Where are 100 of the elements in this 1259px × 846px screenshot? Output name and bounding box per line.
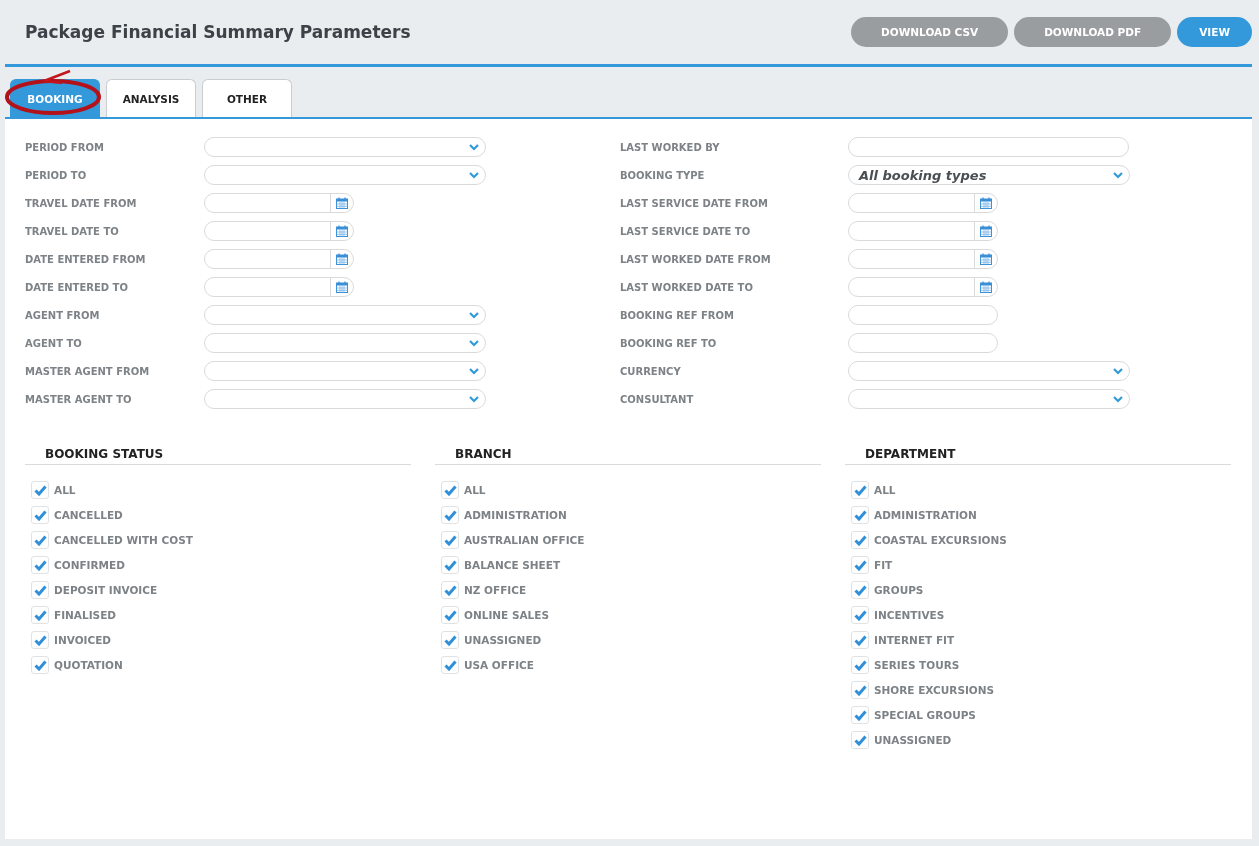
dropdown-field[interactable] [848, 361, 1130, 381]
chevron-down-icon [469, 339, 479, 347]
date-field[interactable] [848, 249, 998, 269]
checkbox-label: UNASSIGNED [464, 634, 542, 646]
dropdown-field[interactable] [204, 333, 486, 353]
field-label: AGENT FROM [25, 309, 101, 321]
field-label: LAST SERVICE DATE FROM [620, 197, 769, 209]
field-label: TRAVEL DATE TO [25, 225, 120, 237]
section-heading: BRANCH [435, 447, 821, 465]
dropdown-field[interactable] [204, 165, 486, 185]
checkbox-label: CANCELLED WITH COST [54, 534, 193, 546]
chevron-down-icon [469, 395, 479, 403]
date-field[interactable] [848, 193, 998, 213]
date-field[interactable] [204, 193, 354, 213]
date-field[interactable] [204, 249, 354, 269]
checkbox-label: GROUPS [874, 584, 924, 596]
checkbox-label: INCENTIVES [874, 609, 945, 621]
field-label: BOOKING REF FROM [620, 309, 735, 321]
checkbox-label: COASTAL EXCURSIONS [874, 534, 1007, 546]
checkbox-label: CANCELLED [54, 509, 123, 521]
calendar-icon[interactable] [336, 281, 348, 293]
date-field[interactable] [848, 277, 998, 297]
checkbox[interactable] [851, 531, 869, 549]
calendar-icon[interactable] [980, 253, 992, 265]
chevron-down-icon [469, 143, 479, 151]
checkbox[interactable] [441, 656, 459, 674]
checkbox[interactable] [851, 681, 869, 699]
calendar-icon[interactable] [980, 225, 992, 237]
dropdown-field[interactable] [848, 389, 1130, 409]
field-label: CONSULTANT [620, 393, 695, 405]
checkbox[interactable] [851, 581, 869, 599]
checkbox-label: SPECIAL GROUPS [874, 709, 976, 721]
dropdown-field[interactable] [204, 389, 486, 409]
checkbox[interactable] [851, 706, 869, 724]
checkbox[interactable] [441, 631, 459, 649]
checkbox[interactable] [31, 531, 49, 549]
checkbox[interactable] [851, 556, 869, 574]
chevron-down-icon [1113, 171, 1123, 179]
chevron-down-icon [469, 311, 479, 319]
date-field[interactable] [204, 277, 354, 297]
tab[interactable]: ANALYSIS [106, 79, 196, 117]
checkbox[interactable] [851, 606, 869, 624]
calendar-icon[interactable] [336, 253, 348, 265]
checkbox[interactable] [851, 731, 869, 749]
field-label: LAST WORKED BY [620, 141, 721, 153]
date-field[interactable] [204, 221, 354, 241]
calendar-icon[interactable] [980, 281, 992, 293]
checkbox[interactable] [31, 581, 49, 599]
dropdown-field[interactable] [204, 361, 486, 381]
calendar-icon[interactable] [336, 225, 348, 237]
checkbox[interactable] [441, 531, 459, 549]
checkbox[interactable] [31, 506, 49, 524]
input-field[interactable] [848, 137, 1129, 157]
checkbox[interactable] [851, 631, 869, 649]
section-heading: BOOKING STATUS [25, 447, 411, 465]
checkbox[interactable] [441, 581, 459, 599]
field-label: LAST WORKED DATE FROM [620, 253, 772, 265]
calendar-icon[interactable] [336, 197, 348, 209]
input-field[interactable] [848, 333, 998, 353]
checkbox-label: FINALISED [54, 609, 117, 621]
dropdown-field[interactable]: All booking types [848, 165, 1130, 185]
checkbox[interactable] [441, 506, 459, 524]
dropdown-field[interactable] [204, 137, 486, 157]
view-button[interactable]: VIEW [1177, 17, 1252, 47]
download-button[interactable]: DOWNLOAD CSV [851, 17, 1009, 47]
checkbox-label: ALL [54, 484, 76, 496]
field-label: TRAVEL DATE FROM [25, 197, 138, 209]
chevron-down-icon [469, 367, 479, 375]
checkbox[interactable] [441, 606, 459, 624]
checkbox-label: ADMINISTRATION [874, 509, 977, 521]
checkbox-label: AUSTRALIAN OFFICE [464, 534, 585, 546]
tab[interactable]: OTHER [202, 79, 292, 117]
checkbox-label: USA OFFICE [464, 659, 534, 671]
checkbox[interactable] [31, 631, 49, 649]
date-field[interactable] [848, 221, 998, 241]
input-field[interactable] [848, 305, 998, 325]
dropdown-field[interactable] [204, 305, 486, 325]
field-label: LAST WORKED DATE TO [620, 281, 754, 293]
checkbox[interactable] [31, 556, 49, 574]
field-label: AGENT TO [25, 337, 83, 349]
checkbox[interactable] [851, 506, 869, 524]
checkbox[interactable] [851, 481, 869, 499]
checkbox-label: DEPOSIT INVOICE [54, 584, 158, 596]
field-label: CURRENCY [620, 365, 682, 377]
checkbox[interactable] [31, 606, 49, 624]
field-label: DATE ENTERED FROM [25, 253, 147, 265]
checkbox[interactable] [851, 656, 869, 674]
checkbox[interactable] [31, 656, 49, 674]
field-label: BOOKING REF TO [620, 337, 718, 349]
chevron-down-icon [469, 171, 479, 179]
checkbox-label: NZ OFFICE [464, 584, 527, 596]
checkbox-label: ONLINE SALES [464, 609, 550, 621]
checkbox[interactable] [441, 556, 459, 574]
checkbox[interactable] [441, 481, 459, 499]
download-button[interactable]: DOWNLOAD PDF [1014, 17, 1172, 47]
checkbox-label: INVOICED [54, 634, 112, 646]
checkbox-label: ADMINISTRATION [464, 509, 567, 521]
checkbox[interactable] [31, 481, 49, 499]
calendar-icon[interactable] [980, 197, 992, 209]
field-label: DATE ENTERED TO [25, 281, 129, 293]
